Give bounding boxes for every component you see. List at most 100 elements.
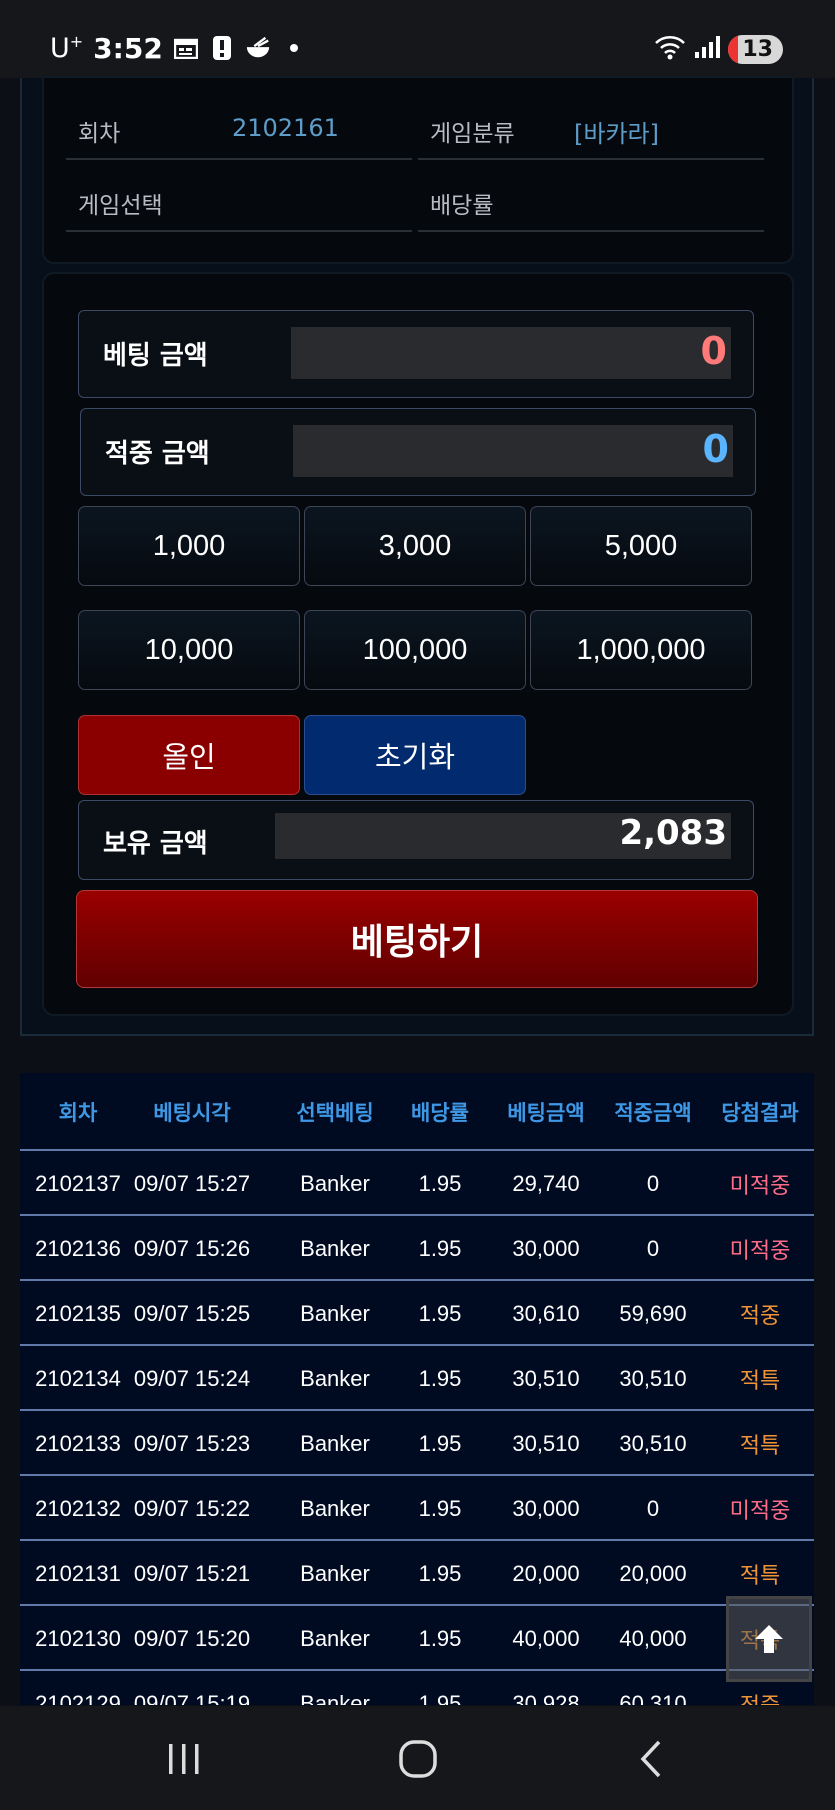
cell-win-amount: 0: [646, 1495, 660, 1521]
cell-win-amount: 0: [646, 1170, 660, 1196]
cell-bet-amount: 30,510: [512, 1430, 580, 1456]
round-label: 회차: [78, 121, 121, 147]
cell-selection: Banker: [300, 1690, 370, 1706]
cell-time: 09/07 15:21: [133, 1560, 251, 1586]
carrier-sup: +: [69, 32, 84, 51]
game-info-panel: 회차 2102161 게임분류 [바카라] 게임선택 배당률: [44, 78, 792, 262]
calendar-icon: [173, 36, 199, 60]
cell-result: 미적중: [729, 1497, 791, 1523]
table-row: 2102131 09/07 15:21 Banker 1.95 20,000 20,000…: [20, 1541, 814, 1606]
cell-odds: 1.95: [418, 1300, 462, 1326]
cell-time: 09/07 15:25: [133, 1300, 251, 1326]
bet-amount-label: 베팅 금액: [103, 341, 208, 371]
win-amount-value: 0: [702, 427, 729, 471]
cell-selection: Banker: [300, 1300, 370, 1326]
column-header-odds: 배당률: [411, 1101, 469, 1125]
column-header-round: 회차: [58, 1101, 98, 1125]
cell-result: 미적중: [729, 1172, 791, 1198]
status-bar: U+ 3:52 13: [0, 0, 835, 78]
status-left: U+ 3:52: [50, 28, 307, 68]
cell-result: 적중: [739, 1302, 781, 1328]
cell-time: 09/07 15:22: [133, 1495, 251, 1521]
amount-button-10000[interactable]: 10,000: [78, 610, 300, 690]
cell-selection: Banker: [300, 1495, 370, 1521]
battery-level: 13: [742, 36, 773, 62]
scroll-to-top-button[interactable]: [726, 1596, 812, 1682]
cell-win-amount: 30,510: [619, 1365, 687, 1391]
cell-odds: 1.95: [418, 1365, 462, 1391]
cell-win-amount: 20,000: [619, 1560, 687, 1586]
column-header-result: 당첨결과: [721, 1101, 799, 1125]
cell-selection: Banker: [300, 1430, 370, 1456]
bet-history-table: 회차 베팅시각 선택베팅 배당률 베팅금액 적중금액 당첨결과 2102137 09/07 1…: [20, 1073, 814, 1705]
category-value: [바카라]: [574, 120, 659, 148]
cell-result: 미적중: [729, 1237, 791, 1263]
column-header-bet-amount: 베팅금액: [507, 1101, 585, 1125]
recent-apps-icon[interactable]: [154, 1736, 214, 1782]
cell-win-amount: 30,510: [619, 1430, 687, 1456]
cell-odds: 1.95: [418, 1495, 462, 1521]
place-bet-button[interactable]: 베팅하기: [76, 890, 758, 988]
cell-odds: 1.95: [418, 1625, 462, 1651]
balance-label: 보유 금액: [103, 829, 208, 859]
column-header-selection: 선택베팅: [296, 1101, 374, 1125]
amount-button-1000[interactable]: 1,000: [78, 506, 300, 586]
amount-button-5000[interactable]: 5,000: [530, 506, 752, 586]
table-row: 2102136 09/07 15:26 Banker 1.95 30,000 0 미적중: [20, 1216, 814, 1281]
table-row: 2102137 09/07 15:27 Banker 1.95 29,740 0 미적중: [20, 1151, 814, 1216]
balance-value: 2,083: [619, 813, 727, 853]
category-label: 게임분류: [430, 121, 515, 147]
bet-amount-field[interactable]: 0: [291, 327, 731, 379]
carrier-label: U+: [50, 32, 83, 64]
win-amount-label: 적중 금액: [105, 439, 210, 469]
cell-bet-amount: 30,610: [512, 1300, 580, 1326]
amount-button-100000[interactable]: 100,000: [304, 610, 526, 690]
table-row: 2102133 09/07 15:23 Banker 1.95 30,510 30,510…: [20, 1411, 814, 1476]
carrier-name: U: [50, 33, 70, 64]
cell-bet-amount: 30,928: [512, 1690, 580, 1706]
navigation-bar: [0, 1706, 835, 1810]
odds-label: 배당률: [430, 193, 494, 219]
cell-time: 09/07 15:20: [133, 1625, 251, 1651]
selection-label: 게임선택: [78, 193, 163, 219]
home-icon[interactable]: [388, 1736, 448, 1782]
reset-button[interactable]: 초기화: [304, 715, 526, 795]
cell-win-amount: 0: [646, 1235, 660, 1261]
cell-time: 09/07 15:19: [133, 1690, 251, 1706]
selection-cell: 게임선택: [66, 160, 412, 232]
battery-indicator: 13: [728, 34, 783, 64]
cell-time: 09/07 15:27: [133, 1170, 251, 1196]
column-header-win-amount: 적중금액: [614, 1101, 692, 1125]
amount-button-3000[interactable]: 3,000: [304, 506, 526, 586]
table-header: 회차 베팅시각 선택베팅 배당률 베팅금액 적중금액 당첨결과: [20, 1073, 814, 1151]
all-in-button[interactable]: 올인: [78, 715, 300, 795]
cell-selection: Banker: [300, 1235, 370, 1261]
clock: 3:52: [93, 31, 163, 65]
cell-odds: 1.95: [418, 1430, 462, 1456]
arrow-up-icon: [755, 1625, 783, 1653]
cell-time: 09/07 15:26: [133, 1235, 251, 1261]
cell-bet-amount: 30,000: [512, 1235, 580, 1261]
win-amount-row: 적중 금액 0: [80, 408, 756, 496]
status-right: 13: [654, 32, 783, 66]
cell-bet-amount: 30,510: [512, 1365, 580, 1391]
dot-icon: [281, 36, 307, 60]
table-row: 2102129 09/07 15:19 Banker 1.95 30,928 60,310…: [20, 1671, 814, 1706]
cell-odds: 1.95: [418, 1690, 462, 1706]
balance-row: 보유 금액 2,083: [78, 800, 754, 880]
table-row: 2102132 09/07 15:22 Banker 1.95 30,000 0 미적중: [20, 1476, 814, 1541]
cell-odds: 1.95: [418, 1235, 462, 1261]
cell-selection: Banker: [300, 1170, 370, 1196]
wifi-icon: [654, 34, 686, 64]
win-amount-field: 0: [293, 425, 733, 477]
cell-time: 09/07 15:23: [133, 1430, 251, 1456]
signal-icon: [694, 35, 721, 63]
bet-amount-value: 0: [700, 329, 727, 373]
table-row: 2102134 09/07 15:24 Banker 1.95 30,510 30,510…: [20, 1346, 814, 1411]
cell-selection: Banker: [300, 1365, 370, 1391]
column-header-time: 베팅시각: [153, 1101, 231, 1125]
back-icon[interactable]: [622, 1736, 682, 1782]
amount-button-1000000[interactable]: 1,000,000: [530, 610, 752, 690]
app-root: U+ 3:52 13 회차 2102161 게임분류 [바카라] 게임선택 배당…: [0, 0, 835, 1810]
category-cell: 게임분류 [바카라]: [418, 88, 764, 160]
